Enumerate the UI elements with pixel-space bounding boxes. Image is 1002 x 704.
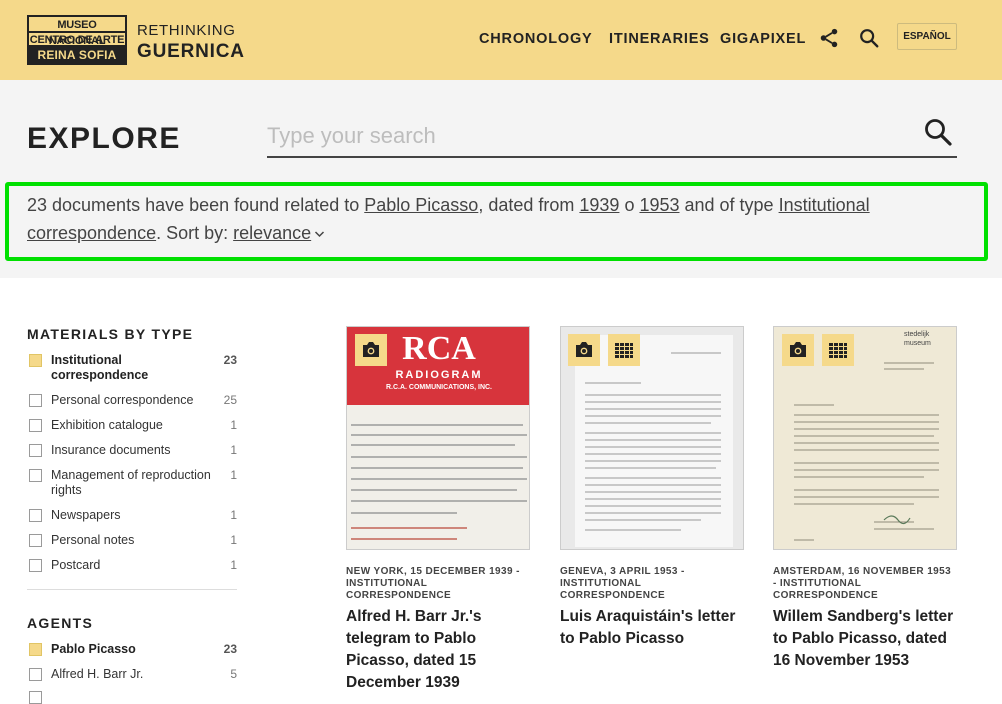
thumb-company: R.C.A. COMMUNICATIONS, INC. [385,384,493,391]
filter-count: 1 [230,443,237,457]
share-icon[interactable] [818,27,840,49]
filter-label: Pablo Picasso [51,642,136,656]
filter-label: Newspapers [51,508,121,522]
search-icon[interactable] [923,117,953,147]
filter-label: Alfred H. Barr Jr. [51,667,144,681]
photo-button[interactable] [568,334,600,366]
checkbox[interactable] [29,691,42,704]
filter-year-from-link[interactable]: 1939 [579,195,619,215]
brand-line-1[interactable]: RETHINKING [137,22,236,40]
summary-sort-prefix: . Sort by: [156,223,234,243]
thumb-letterhead: stedelijk museum [904,331,931,347]
checkbox[interactable] [29,643,42,656]
summary-prefix: 23 documents have been found related to [27,195,365,215]
filter-count: 1 [230,418,237,432]
camera-icon [363,342,379,357]
header-search-icon[interactable] [858,27,880,49]
museum-logo[interactable]: MUSEO NACIONAL CENTRO DE ARTE REINA SOFI… [27,15,127,65]
results-summary: 23 documents have been found related to … [27,191,967,247]
card-meta: GENEVA, 3 APRIL 1953 - INSTITUTIONAL COR… [560,566,685,601]
checkbox[interactable] [29,534,42,547]
card-title[interactable]: Willem Sandberg's letter to Pablo Picass… [773,606,957,672]
materials-section-title: MATERIALS BY TYPE [27,326,194,342]
filter-count: 1 [230,558,237,572]
sort-dropdown[interactable]: relevance [233,223,311,243]
filter-count: 25 [223,393,237,407]
photo-button[interactable] [782,334,814,366]
grid-icon [829,343,847,358]
brand-line-2[interactable]: GUERNICA [137,40,245,64]
summary-dated-from: , dated from [478,195,580,215]
photo-button[interactable] [355,334,387,366]
filter-label: Insurance documents [51,443,171,457]
logo-line-1: MUSEO NACIONAL [29,17,125,47]
checkbox[interactable] [29,668,42,681]
checkbox[interactable] [29,509,42,522]
filter-label: Personal correspondence [51,393,194,407]
checkbox[interactable] [29,444,42,457]
checkbox[interactable] [29,394,42,407]
filter-count: 23 [223,642,237,656]
card-meta: AMSTERDAM, 16 NOVEMBER 1953 - INSTITUTIO… [773,566,952,601]
sidebar-divider [27,589,237,590]
card-title[interactable]: Luis Araquistáin's letter to Pablo Picas… [560,606,744,650]
filter-label: Management of reproduction rights [51,468,211,497]
card-title[interactable]: Alfred H. Barr Jr.'s telegram to Pablo P… [346,606,530,694]
filter-agent-link[interactable]: Pablo Picasso [364,195,478,215]
agents-section-title: AGENTS [27,615,94,631]
nav-itineraries[interactable]: ITINERARIES [609,30,710,48]
filter-label: Postcard [51,558,101,572]
checkbox[interactable] [29,419,42,432]
logo-line-3: REINA SOFIA [29,47,125,63]
camera-icon [576,342,592,357]
filter-year-to-link[interactable]: 1953 [639,195,679,215]
checkbox[interactable] [29,354,42,367]
filter-label: Exhibition catalogue [51,418,163,432]
checkbox[interactable] [29,559,42,572]
checkbox[interactable] [29,469,42,482]
header-bar: MUSEO NACIONAL CENTRO DE ARTE REINA SOFI… [0,0,1002,80]
filter-count: 1 [230,468,237,482]
filter-count: 1 [230,533,237,547]
search-underline [267,156,957,158]
gigapixel-button[interactable] [608,334,640,366]
filter-label: Personal notes [51,533,135,547]
summary-type-prefix: and of type [679,195,779,215]
grid-icon [615,343,633,358]
nav-gigapixel[interactable]: GIGAPIXEL [720,30,806,48]
filter-count: 23 [223,353,237,367]
page-title: EXPLORE [27,122,181,155]
summary-or: o [619,195,640,215]
camera-icon [790,342,806,357]
chevron-down-icon[interactable] [314,229,325,239]
filter-label: Institutional correspondence [51,353,149,382]
card-meta: NEW YORK, 15 DECEMBER 1939 - INSTITUTION… [346,566,520,601]
search-input[interactable] [267,116,917,156]
filter-count: 1 [230,508,237,522]
thumb-subheading: RADIOGRAM [395,369,483,381]
filter-count: 5 [230,667,237,681]
logo-line-2: CENTRO DE ARTE [29,34,125,47]
gigapixel-button[interactable] [822,334,854,366]
language-button[interactable]: ESPAÑOL [897,23,957,50]
nav-chronology[interactable]: CHRONOLOGY [479,30,593,48]
